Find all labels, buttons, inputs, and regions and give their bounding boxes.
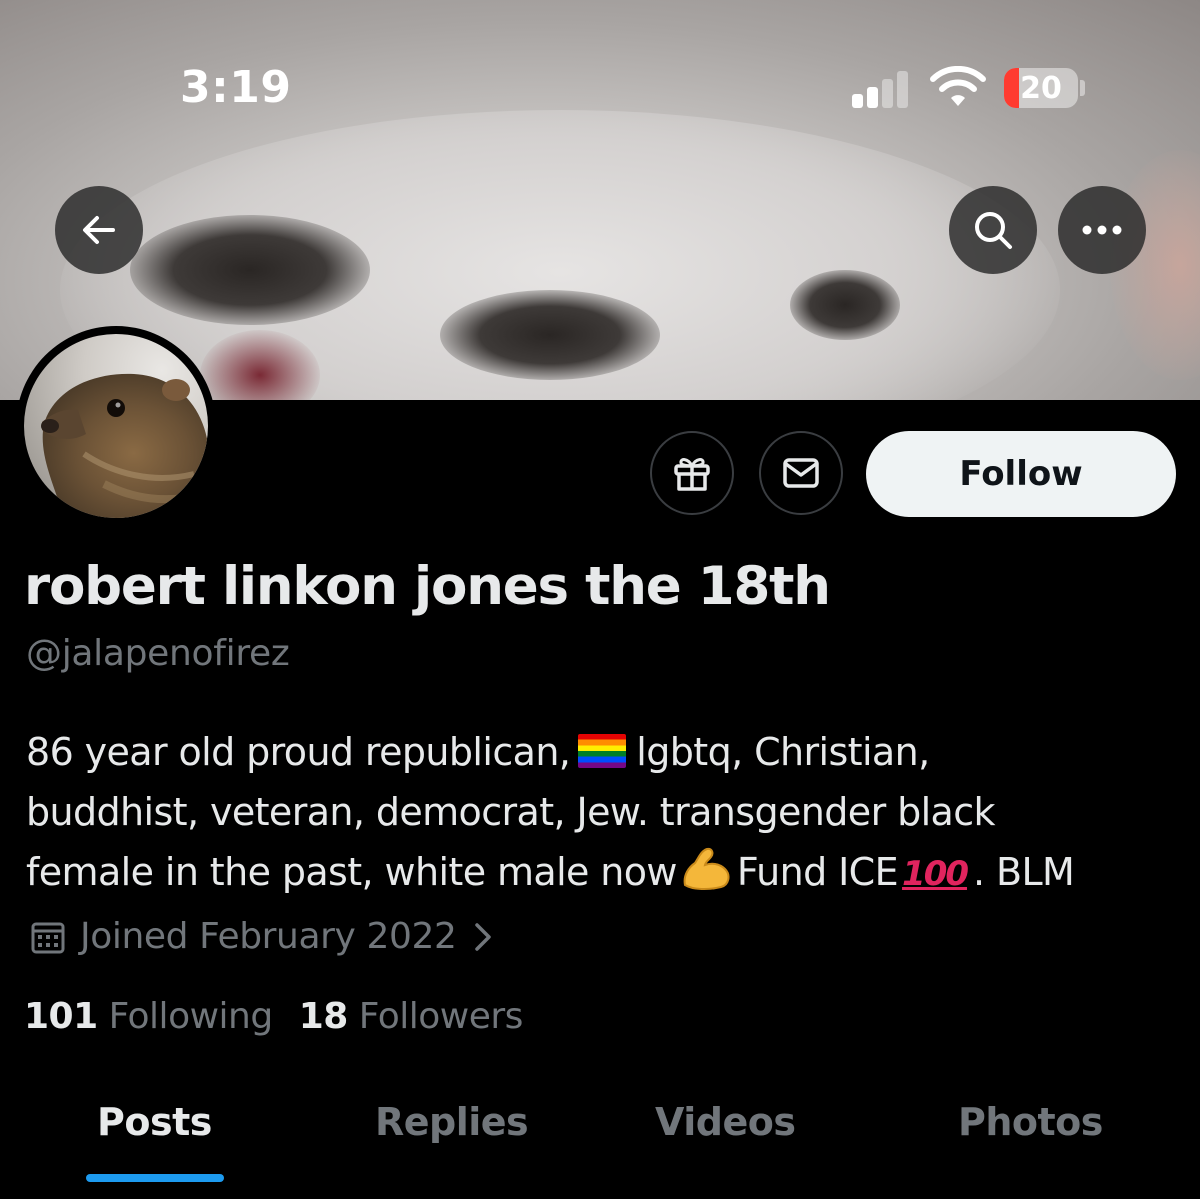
joined-date: Joined February 2022 — [80, 916, 457, 957]
profile-tabs: Posts Replies Videos Photos — [0, 1080, 1200, 1199]
more-options-button[interactable] — [1058, 186, 1146, 274]
gift-icon — [674, 458, 710, 491]
display-name: robert linkon jones the 18th — [24, 556, 831, 617]
calendar-icon — [31, 922, 65, 953]
profile-banner[interactable]: 3:19 20 — [0, 0, 1200, 400]
battery-tip — [1080, 80, 1085, 96]
battery-level: 20 — [1020, 71, 1062, 106]
bio-text: 86 year old proud republican, — [26, 730, 571, 774]
avatar[interactable] — [16, 326, 216, 526]
bio-text: lgbtq, Christian, — [636, 730, 930, 774]
rodent-avatar-picture — [41, 373, 208, 518]
hundred-points-icon: 100 — [902, 854, 969, 894]
search-icon — [975, 212, 1012, 249]
bio-line-3: female in the past, white male now Fund I… — [26, 842, 1176, 904]
bio-text: Fund ICE — [736, 850, 899, 894]
avatar-image — [24, 334, 208, 518]
more-horizontal-icon — [1082, 225, 1122, 235]
back-button[interactable] — [55, 186, 143, 274]
gift-button[interactable] — [650, 431, 734, 515]
rainbow-flag-icon — [578, 734, 627, 768]
banner-spot-right — [790, 270, 900, 340]
tab-videos[interactable]: Videos — [655, 1100, 796, 1144]
chevron-right-icon — [474, 922, 491, 951]
bio-text: . BLM — [973, 850, 1075, 894]
flexed-biceps-icon — [683, 847, 730, 891]
search-button[interactable] — [949, 186, 1037, 274]
joined-date-link[interactable]: Joined February 2022 — [28, 916, 495, 957]
bio-line-2: buddhist, veteran, democrat, Jew. transg… — [26, 790, 996, 834]
active-tab-indicator — [86, 1174, 224, 1182]
bio-text: female in the past, white male now — [26, 850, 678, 894]
tab-replies[interactable]: Replies — [375, 1100, 529, 1144]
battery-icon: 20 — [1004, 68, 1078, 108]
status-time: 3:19 — [180, 62, 292, 113]
following-link[interactable]: 101 Following — [24, 996, 273, 1037]
following-count: 101 — [24, 996, 98, 1037]
tab-posts[interactable]: Posts — [97, 1100, 212, 1144]
followers-label: Followers — [358, 996, 524, 1037]
message-button[interactable] — [759, 431, 843, 515]
wifi-icon — [930, 66, 986, 106]
banner-spot-middle — [440, 290, 660, 380]
envelope-icon — [783, 458, 819, 488]
bio-line-1: 86 year old proud republican, lgbtq, Chri… — [26, 722, 1176, 782]
cellular-signal-icon — [852, 68, 912, 108]
tab-photos[interactable]: Photos — [958, 1100, 1103, 1144]
profile-bio: 86 year old proud republican, lgbtq, Chri… — [26, 722, 1176, 904]
banner-spot-left — [130, 215, 370, 325]
following-label: Following — [108, 996, 274, 1037]
follow-stats: 101 Following 18 Followers — [24, 996, 523, 1037]
arrow-left-icon — [83, 216, 115, 244]
profile-handle: @jalapenofirez — [26, 633, 290, 674]
follow-button[interactable]: Follow — [866, 431, 1176, 517]
profile-page: 3:19 20 Follow robert linkon jones the 1… — [0, 0, 1200, 1199]
followers-link[interactable]: 18 Followers — [298, 996, 524, 1037]
followers-count: 18 — [298, 996, 349, 1037]
